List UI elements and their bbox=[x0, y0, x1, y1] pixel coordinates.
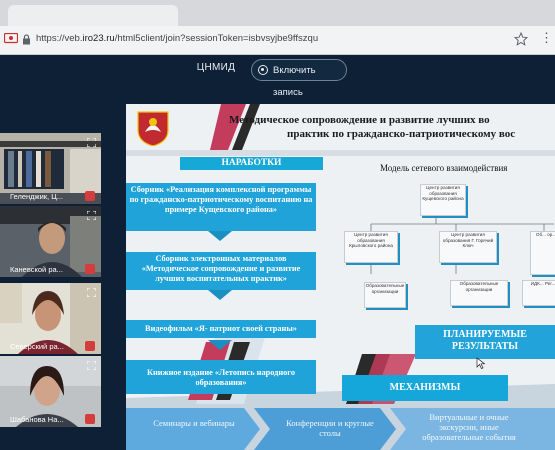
development-item: Видеофильм «Я- патриот своей страны» bbox=[126, 320, 316, 338]
fullscreen-icon[interactable] bbox=[87, 138, 96, 147]
mouse-pointer-icon bbox=[476, 357, 486, 369]
development-item: Сборник электронных материалов «Методиче… bbox=[126, 252, 316, 290]
developments-label: НАРАБОТКИ bbox=[180, 157, 323, 170]
bookmark-star-icon[interactable] bbox=[514, 32, 528, 46]
development-item: Книжное издание «Летопись народного обра… bbox=[126, 360, 316, 394]
down-arrow-icon bbox=[208, 231, 232, 241]
participant-name: Каневской ра... bbox=[10, 265, 63, 274]
muted-mic-icon[interactable] bbox=[85, 191, 95, 201]
mechanism-item: Виртуальные и очные экскурсии, иные обра… bbox=[422, 412, 516, 442]
fullscreen-icon[interactable] bbox=[87, 361, 96, 370]
network-node: Об... ор... bbox=[530, 231, 555, 275]
participant-tile[interactable]: Геленджик, Ц... bbox=[0, 133, 101, 204]
slide-title: Методическое сопровождение и развитие лу… bbox=[229, 113, 555, 141]
down-arrow-icon bbox=[208, 290, 232, 300]
network-node: ИДК... Рег... bbox=[522, 280, 555, 306]
participant-name: Шабанова На... bbox=[10, 415, 64, 424]
network-node: Центр развития образования Г. Горячий Кл… bbox=[439, 231, 497, 263]
url-text[interactable]: https://veb.iro23.ru/html5client/join?se… bbox=[36, 33, 318, 44]
down-arrow-icon bbox=[208, 340, 232, 350]
muted-mic-icon[interactable] bbox=[85, 341, 95, 351]
browser-tab[interactable] bbox=[8, 5, 178, 26]
screen-share-icon[interactable] bbox=[4, 33, 18, 45]
fullscreen-icon[interactable] bbox=[87, 288, 96, 297]
mechanism-item: Семинары и вебинары bbox=[153, 418, 235, 428]
network-node-center: Центр развития образования Кущевского ра… bbox=[420, 184, 466, 216]
record-button-label: Включить запись bbox=[273, 65, 316, 98]
fullscreen-icon[interactable] bbox=[87, 211, 96, 220]
planned-results-label: ПЛАНИРУЕМЫЕ РЕЗУЛЬТАТЫ bbox=[443, 329, 527, 352]
slide-title-line: практик по гражданско-патриотическому во… bbox=[287, 128, 516, 140]
mechanism-item: Конференции и круглые столы bbox=[286, 418, 374, 438]
development-item: Сборник «Реализация комплексной программ… bbox=[126, 183, 316, 231]
mechanisms-label: МЕХАНИЗМЫ bbox=[342, 375, 508, 401]
record-button[interactable]: Включить запись bbox=[251, 59, 347, 98]
browser-menu-icon[interactable]: ⋮ bbox=[540, 31, 553, 45]
slide-title-line: Методическое сопровождение и развитие лу… bbox=[229, 114, 490, 126]
muted-mic-icon[interactable] bbox=[85, 414, 95, 424]
lock-icon bbox=[23, 34, 30, 45]
network-node: Центр развития образования Крыловского р… bbox=[344, 231, 398, 263]
network-node: Образовательные организации bbox=[364, 282, 406, 308]
participant-name: Геленджик, Ц... bbox=[10, 192, 64, 201]
browser-tab-bar bbox=[0, 0, 555, 26]
muted-mic-icon[interactable] bbox=[85, 264, 95, 274]
participant-tile[interactable]: Каневской ра... bbox=[0, 206, 101, 277]
presentation-slide: Методическое сопровождение и развитие лу… bbox=[126, 104, 555, 450]
network-node: Образовательные организации bbox=[450, 280, 508, 306]
coat-of-arms-logo bbox=[137, 111, 169, 146]
participant-name: Северский ра... bbox=[10, 342, 64, 351]
mechanisms-row: Семинары и вебинары Конференции и круглы… bbox=[126, 408, 555, 450]
record-icon bbox=[258, 65, 268, 75]
participant-tile[interactable]: Северский ра... bbox=[0, 283, 101, 354]
meeting-title: ЦНМИД bbox=[196, 62, 236, 73]
address-bar[interactable]: https://veb.iro23.ru/html5client/join?se… bbox=[0, 26, 555, 55]
planned-results-box: ПЛАНИРУЕМЫЕ РЕЗУЛЬТАТЫ bbox=[415, 325, 555, 359]
participant-tile[interactable]: Шабанова На... bbox=[0, 356, 101, 427]
